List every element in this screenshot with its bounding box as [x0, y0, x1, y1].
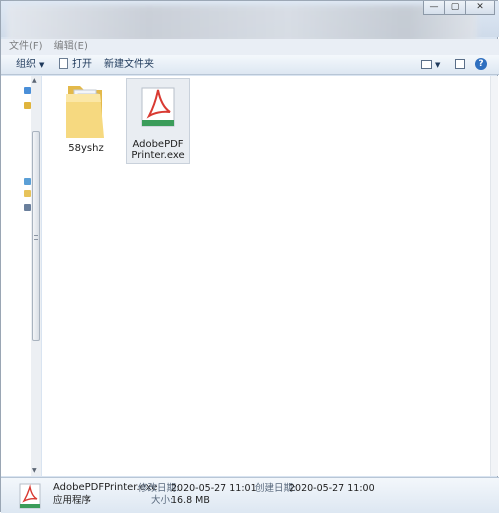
help-icon[interactable]: ?: [475, 58, 487, 70]
document-icon: [59, 58, 68, 69]
view-options-chevron-icon[interactable]: ▼: [435, 58, 440, 72]
pdf-application-icon: [141, 87, 175, 127]
content-scrollbar[interactable]: [490, 76, 498, 476]
chevron-down-icon: ▼: [39, 61, 45, 69]
library-icon[interactable]: [24, 102, 31, 109]
size-value: 16.8 MB: [171, 495, 210, 506]
folder-icon[interactable]: [24, 190, 31, 197]
homegroup-icon[interactable]: [24, 178, 31, 185]
organize-button[interactable]: 组织 ▼: [16, 58, 44, 72]
scroll-grip-icon: [34, 235, 38, 240]
new-folder-label: 新建文件夹: [104, 59, 154, 70]
file-list[interactable]: 58yshz AdobePDFPrinter.exe: [42, 76, 494, 476]
scroll-up-icon[interactable]: ▲: [32, 77, 37, 84]
explorer-window: — ▢ ✕ 文件(F) 编辑(E) 组织▼ 打开 新建文件夹 ▼ ? ▲ ▼: [0, 0, 499, 513]
pdf-application-icon: [19, 483, 41, 509]
change-view-icon[interactable]: [421, 60, 432, 69]
modified-value: 2020-05-27 11:01: [171, 483, 257, 494]
detail-file-type: 应用程序: [53, 495, 92, 506]
window-controls: — ▢ ✕: [423, 1, 495, 15]
details-pane: AdobePDFPrinter.exe 应用程序 修改日期: 2020-05-2…: [1, 477, 499, 513]
menu-bar: 文件(F) 编辑(E): [1, 39, 499, 55]
maximize-button[interactable]: ▢: [444, 1, 466, 15]
organize-label: 组织: [16, 59, 36, 70]
created-value: 2020-05-27 11:00: [289, 483, 375, 494]
preview-pane-icon[interactable]: [455, 59, 465, 69]
favorites-star-icon[interactable]: [24, 87, 31, 94]
command-bar: 组织 ▼ 打开 新建文件夹 ▼ ?: [1, 55, 499, 75]
exe-file-item[interactable]: AdobePDFPrinter.exe: [126, 78, 190, 164]
exe-file-name: AdobePDFPrinter.exe: [131, 139, 185, 161]
size-label: 大小:: [151, 495, 174, 506]
computer-icon[interactable]: [24, 204, 31, 211]
folder-item[interactable]: 58yshz: [54, 80, 118, 154]
menu-file[interactable]: 文件(F): [9, 39, 43, 55]
new-folder-button[interactable]: 新建文件夹: [104, 58, 154, 72]
open-button[interactable]: 打开: [59, 58, 92, 72]
scroll-down-icon[interactable]: ▼: [32, 467, 37, 474]
open-label: 打开: [72, 59, 92, 70]
close-button[interactable]: ✕: [465, 1, 495, 15]
title-bar[interactable]: — ▢ ✕: [1, 1, 499, 49]
menu-edit[interactable]: 编辑(E): [54, 39, 88, 55]
folder-icon: [66, 86, 104, 138]
minimize-button[interactable]: —: [423, 1, 445, 15]
folder-name: 58yshz: [68, 143, 104, 154]
